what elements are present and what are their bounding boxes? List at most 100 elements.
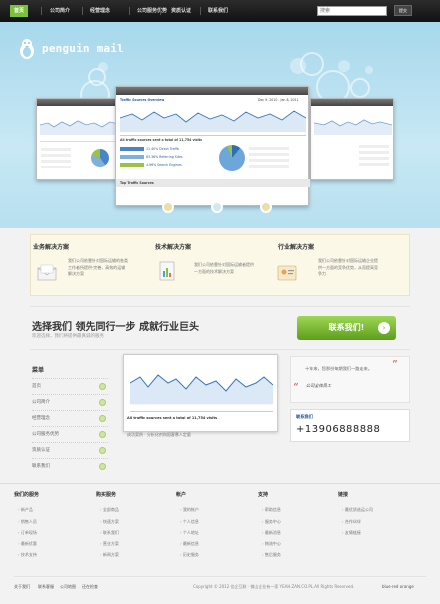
footer-link[interactable]: 营业方案 xyxy=(100,541,119,547)
footer-link[interactable]: 新闻方案 xyxy=(100,552,119,558)
search-input[interactable] xyxy=(317,6,387,16)
footer-col-title: 帐户 xyxy=(176,492,187,498)
screenshot-main: Traffic Sources Overview Dec 9, 2010 - J… xyxy=(115,86,310,206)
table-block xyxy=(41,148,71,168)
footer-col-title: 支持 xyxy=(258,492,269,498)
traffic-line-chart xyxy=(130,374,273,405)
footer-link[interactable]: 历史服务 xyxy=(180,552,199,558)
solution-text-business: 我们公司依靠针对国际运输的各类工作者所提供·完善，高效的运输解决方案 xyxy=(68,258,128,276)
penguin-logo-icon xyxy=(20,39,34,59)
footer-col-title: 购买服务 xyxy=(96,492,117,498)
table-block xyxy=(359,145,389,167)
divider xyxy=(14,576,426,577)
stat-line: 11.40% Direct Traffic xyxy=(146,147,180,151)
divider xyxy=(130,411,273,412)
menu-item-contact[interactable]: 联系我们 xyxy=(32,458,108,474)
screenshot-date: Dec 9, 2010 - Jan 8, 2011 xyxy=(258,98,299,102)
screenshot-left xyxy=(36,98,120,180)
legend-block xyxy=(249,147,289,169)
slogan-title: 选择我们 领先同行一步 成就行业巨头 xyxy=(32,322,199,333)
nav-about[interactable]: 公司简介 xyxy=(50,6,70,17)
slider-dot-active[interactable] xyxy=(211,201,223,213)
footer-link[interactable]: 最新优惠 xyxy=(18,541,37,547)
menu-item-certification[interactable]: 资质认证 xyxy=(32,442,108,458)
menu-item-about[interactable]: 公司简介 xyxy=(32,394,108,410)
stat-bar xyxy=(120,147,144,151)
nav-home[interactable]: 首页 xyxy=(10,5,29,17)
pie-chart xyxy=(219,145,245,171)
footer-link[interactable]: 技术支持 xyxy=(18,552,37,558)
screenshot-titlebar xyxy=(311,99,393,106)
footer-link[interactable]: 物流中心 xyxy=(262,541,281,547)
phone-number[interactable]: +13906888888 xyxy=(296,424,380,435)
menu-item-label: 首页 xyxy=(32,384,41,389)
menu-item-advantages[interactable]: 公司服务优势 xyxy=(32,426,108,442)
footer-link[interactable]: 最新信息 xyxy=(180,541,199,547)
bullet-icon xyxy=(99,447,106,454)
nav-contact[interactable]: 联系我们 xyxy=(208,6,228,17)
footer-link[interactable]: 快速方案 xyxy=(100,519,119,525)
footer-link[interactable]: 友情链接 xyxy=(342,530,361,536)
phone-label: 联系我们 xyxy=(296,414,313,419)
menu-item-philosophy[interactable]: 经营理念 xyxy=(32,410,108,426)
footer-bottom-link[interactable]: 关于我们 xyxy=(14,584,30,590)
stat-line: 4.96% Search Engines xyxy=(146,163,182,167)
screenshot-summary: All traffic sources sent a total of 11,7… xyxy=(120,138,203,142)
top-nav: 首页 公司简介 经营理念 公司服务优势 资质认证 联系我们 提交 xyxy=(0,0,440,22)
menu-item-label: 联系我们 xyxy=(32,464,50,469)
pie-chart xyxy=(91,149,109,167)
bullet-icon xyxy=(99,383,106,390)
footer-link[interactable]: 我的帐户 xyxy=(180,507,199,513)
menu-item-label: 经营理念 xyxy=(32,416,50,421)
footer-bottom-link[interactable]: 公司地图 xyxy=(60,584,76,590)
divider xyxy=(40,141,118,142)
arrow-right-icon: › xyxy=(378,322,390,334)
nav-advantages[interactable]: 公司服务优势 xyxy=(137,6,167,17)
slider-dot[interactable] xyxy=(260,201,272,213)
footer-link[interactable]: 新产品 xyxy=(18,507,33,513)
footer-link[interactable]: 全部商品 xyxy=(100,507,119,513)
footer-link[interactable]: 帮助信息 xyxy=(262,507,281,513)
footer-link[interactable]: 最优质选运公司 xyxy=(342,507,373,513)
testimonial-text: 十年来，您那份每期我们一路走来。 xyxy=(305,366,373,371)
document-chart-icon xyxy=(159,261,175,281)
chart-description: 成功案例 · 分析化剂和国客慕人定量 xyxy=(127,432,191,437)
traffic-line-chart xyxy=(120,110,306,132)
slider-dot[interactable] xyxy=(162,201,174,213)
bullet-icon xyxy=(99,399,106,406)
traffic-line-chart xyxy=(314,119,392,135)
footer-link[interactable]: 售后服务 xyxy=(262,552,281,558)
footer-link[interactable]: 最新消息 xyxy=(262,530,281,536)
page: 首页 公司简介 经营理念 公司服务优势 资质认证 联系我们 提交 xyxy=(0,0,440,604)
footer-bottom-link[interactable]: 还在检查 xyxy=(82,584,98,590)
menu-title: 菜单 xyxy=(32,367,45,374)
footer-link[interactable]: 个人信息 xyxy=(180,519,199,525)
nav-certification[interactable]: 资质认证 xyxy=(171,6,191,17)
footer-link[interactable]: 服务中心 xyxy=(262,519,281,525)
nav-separator xyxy=(82,7,83,15)
divider xyxy=(30,306,410,307)
menu-item-home[interactable]: 首页 xyxy=(32,378,108,394)
stat-bar xyxy=(120,163,144,167)
footer-link[interactable]: 联系我们 xyxy=(100,530,119,536)
nav-separator xyxy=(41,7,42,15)
footer-link[interactable]: 合作伙伴 xyxy=(342,519,361,525)
decor-circle xyxy=(98,62,108,72)
contact-card-icon xyxy=(277,265,297,281)
search-button[interactable]: 提交 xyxy=(394,5,412,16)
case-chart-panel xyxy=(123,354,278,432)
bullet-icon xyxy=(99,463,106,470)
footer-bottom-link[interactable]: 联系客服 xyxy=(38,584,54,590)
nav-philosophy[interactable]: 经营理念 xyxy=(90,6,110,17)
footer-link[interactable]: 订单现场 xyxy=(18,530,37,536)
footer-col-title: 我们的服务 xyxy=(14,492,40,498)
screenshot-titlebar xyxy=(37,99,119,106)
bullet-icon xyxy=(99,431,106,438)
footer-link[interactable]: 个人地址 xyxy=(180,530,199,536)
menu-item-label: 资质认证 xyxy=(32,448,50,453)
solution-title-tech: 技术解决方案 xyxy=(155,244,192,251)
nav-separator xyxy=(160,7,161,15)
footer-link[interactable]: 销售人员 xyxy=(18,519,37,525)
solution-title-business: 业务解决方案 xyxy=(33,244,70,251)
menu-item-label: 公司服务优势 xyxy=(32,432,59,437)
